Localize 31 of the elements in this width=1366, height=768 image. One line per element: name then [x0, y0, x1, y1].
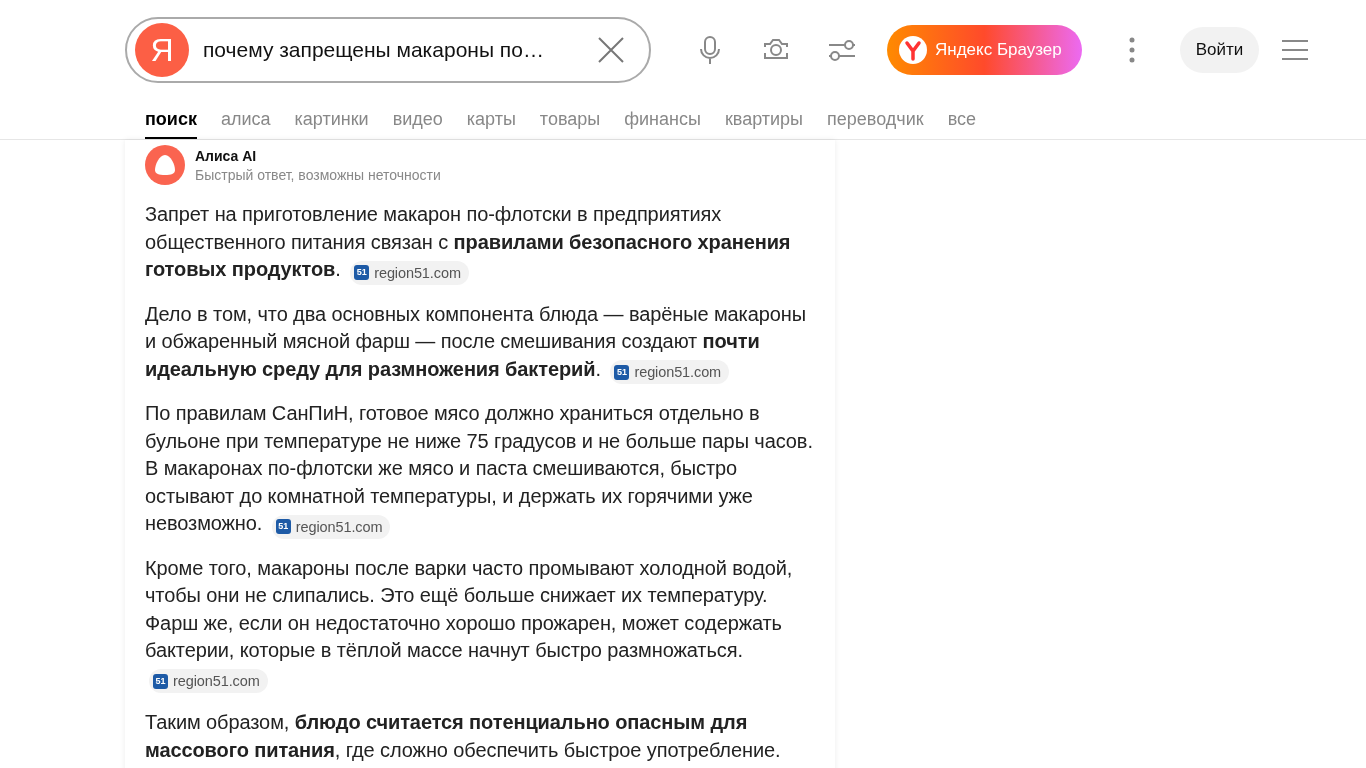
search-tab[interactable]: алиса — [220, 100, 271, 139]
source-link[interactable]: 51 region51.com — [610, 360, 730, 384]
search-tab[interactable]: все — [947, 100, 976, 139]
search-tab[interactable]: карты — [466, 100, 516, 139]
search-tab[interactable]: финансы — [624, 100, 701, 139]
answer-paragraph: Таким образом, блюдо считается потенциально опасным для массового питания, где сложно обеспечить быстрое употребление. — [145, 710, 782, 763]
answer-paragraph: Запрет на приготовление макарон по-флотски в предприятиях общественного питания связан с правилами безопасного хранения готовых продуктов. 51 region51.com — [145, 201, 815, 285]
answer-paragraph: Дело в том, что два основных компонента блюда — варёные макароны и обжаренный мясной фарш — после смешивания создают почти идеальную среду для размножения бактерий. 51 region51.com — [145, 300, 815, 384]
more-icon[interactable] — [1127, 37, 1136, 63]
answer-paragraph: Кроме того, макароны после варки часто промывают холодной водой, чтобы они не слипались. Это ещё больше снижает их температуру. Фарш же, если он недостаточно хорошо прожарен, может содержать бактерии, которые в тёплой массе начнут быстро размножаться. 51 region51.com — [145, 554, 815, 693]
browser-logo-icon — [899, 36, 927, 64]
search-tab[interactable]: квартиры — [724, 100, 804, 139]
search-tab[interactable]: поиск — [145, 100, 197, 139]
search-tab[interactable]: товары — [539, 100, 601, 139]
search-field[interactable]: Я почему запрещены макароны по… — [125, 17, 651, 83]
source-link[interactable]: 51 region51.com — [149, 669, 268, 693]
search-tab[interactable]: переводчик — [827, 100, 924, 139]
login-button[interactable]: Войти — [1179, 27, 1260, 73]
assistant-name: Алиса AI — [195, 147, 258, 164]
menu-icon[interactable] — [1281, 38, 1310, 62]
answer-disclaimer: Быстрый ответ, возможны неточности — [195, 166, 441, 183]
browser-promo-button[interactable]: Яндекс Браузер — [887, 25, 1082, 75]
search-tab[interactable]: картинки — [294, 100, 369, 139]
answer-paragraph: По правилам СанПиН, готовое мясо должно храниться отдельно в бульоне при температуре не ниже 75 градусов и не больше пары часов. В макаронах по-флотски же мясо и паста смешиваются, быстро остывают до комнатной температуры, и держать их горячими уже невозможно. 51 region51.com — [145, 400, 815, 539]
source-link[interactable]: 51 region51.com — [350, 260, 469, 285]
source-link[interactable]: 51 region51.com — [271, 514, 391, 539]
search-tab[interactable]: видео — [392, 100, 443, 139]
close-icon[interactable] — [597, 36, 625, 64]
search-query: почему запрещены макароны по… — [203, 38, 545, 62]
assistant-logo-icon — [145, 145, 185, 185]
search-logo[interactable]: Я — [135, 23, 189, 77]
